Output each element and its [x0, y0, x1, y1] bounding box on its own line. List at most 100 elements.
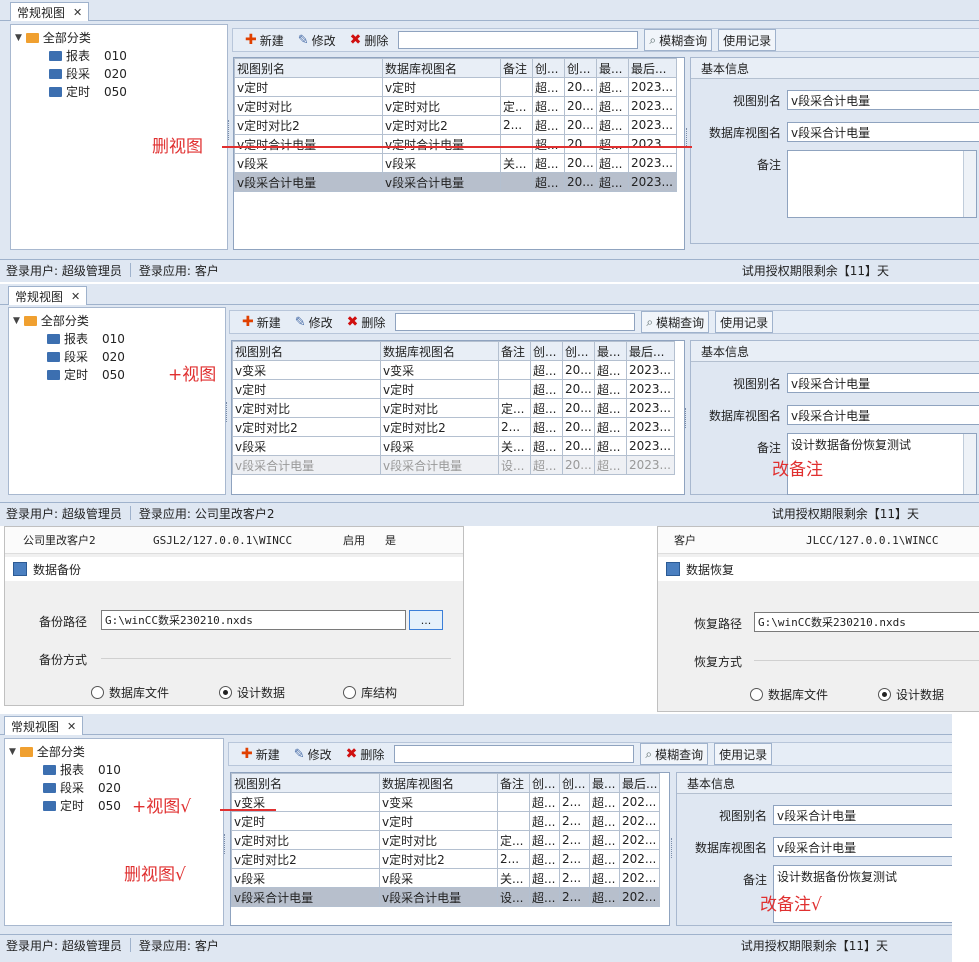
scrollbar[interactable] — [963, 151, 976, 217]
tab-regular-view[interactable]: 常规视图 ✕ — [8, 286, 88, 305]
table-row[interactable]: v段采 v段采 关... 超... 20... 超... 2023... — [232, 436, 675, 456]
edit-button[interactable]: ✎ 修改 — [294, 30, 340, 50]
column-header[interactable]: 创... — [564, 58, 597, 78]
tree-item[interactable]: 段采 020 — [43, 779, 121, 796]
radio-design-data[interactable]: 设计数据 — [219, 684, 285, 701]
new-button[interactable]: ✚ 新建 — [238, 312, 285, 332]
table-row[interactable]: v定时 v定时 超... 2... 超... 202... — [231, 811, 661, 831]
column-header[interactable]: 最后... — [626, 341, 675, 361]
splitter-handle[interactable] — [685, 408, 688, 428]
splitter-handle[interactable] — [228, 120, 231, 140]
splitter-handle[interactable] — [224, 834, 227, 854]
tab-regular-view[interactable]: 常规视图 ✕ — [4, 716, 84, 735]
table-row[interactable]: v段采 v段采 关... 超... 20... 超... 2023... — [234, 153, 677, 173]
table-row[interactable]: v定时 v定时 超... 20... 超... 2023... — [234, 77, 677, 97]
column-header[interactable]: 数据库视图名 — [380, 341, 499, 361]
fuzzy-search-button[interactable]: ⌕ 模糊查询 — [644, 29, 713, 51]
tree-root[interactable]: ▼ 全部分类 — [9, 743, 85, 760]
radio-db-structure[interactable]: 库结构 — [343, 684, 397, 701]
tree-item[interactable]: 报表 010 — [47, 330, 125, 347]
column-header[interactable]: 创... — [562, 341, 595, 361]
alias-field[interactable]: v段采合计电量 — [773, 805, 952, 825]
column-header[interactable]: 创... — [530, 341, 563, 361]
close-icon[interactable]: ✕ — [67, 720, 76, 733]
tree-item[interactable]: 定时 050 — [43, 797, 121, 814]
column-header[interactable]: 视图别名 — [234, 58, 383, 78]
table-row[interactable]: v段采合计电量 v段采合计电量 设... 超... 20... 超... 2023... — [232, 455, 675, 475]
column-header[interactable]: 创... — [529, 773, 560, 793]
chevron-down-icon[interactable]: ▼ — [9, 747, 16, 757]
table-row[interactable]: v段采合计电量 v段采合计电量 超... 20... 超... 2023... — [234, 172, 677, 192]
tree-item[interactable]: 定时 050 — [49, 83, 127, 100]
column-header[interactable]: 最后... — [618, 773, 661, 793]
backup-path-field[interactable]: G:\winCC数采230210.nxds — [101, 610, 406, 630]
column-header[interactable]: 备注 — [497, 773, 530, 793]
tab-regular-view[interactable]: 常规视图 ✕ — [10, 2, 90, 21]
column-header[interactable]: 创... — [559, 773, 590, 793]
splitter-handle[interactable] — [671, 838, 674, 858]
radio-database-file[interactable]: 数据库文件 — [750, 686, 828, 703]
dbname-field[interactable]: v段采合计电量 — [787, 122, 979, 142]
column-header[interactable]: 最... — [589, 773, 620, 793]
close-icon[interactable]: ✕ — [73, 6, 82, 19]
radio-database-file[interactable]: 数据库文件 — [91, 684, 169, 701]
column-header[interactable]: 最... — [596, 58, 629, 78]
alias-field[interactable]: v段采合计电量 — [787, 90, 979, 110]
table-row[interactable]: v定时对比 v定时对比 定... 超... 20... 超... 2023... — [232, 398, 675, 418]
browse-button[interactable]: ... — [409, 610, 443, 630]
note-textarea[interactable] — [787, 150, 977, 218]
dbname-field[interactable]: v段采合计电量 — [773, 837, 952, 857]
table-row[interactable]: v变采 v变采 超... 20... 超... 2023... — [232, 360, 675, 380]
restore-path-field[interactable]: G:\winCC数采230210.nxds — [754, 612, 979, 632]
column-header[interactable]: 最... — [594, 341, 627, 361]
new-button[interactable]: ✚ 新建 — [237, 744, 284, 764]
column-header[interactable]: 数据库视图名 — [379, 773, 498, 793]
edit-button[interactable]: ✎ 修改 — [291, 312, 337, 332]
fuzzy-search-button[interactable]: ⌕ 模糊查询 — [641, 311, 710, 333]
table-row[interactable]: v变采 v变采 超... 2... 超... 202... — [231, 792, 661, 812]
search-input[interactable] — [394, 745, 635, 763]
chevron-down-icon[interactable]: ▼ — [15, 33, 22, 43]
table-row[interactable]: v段采 v段采 关... 超... 2... 超... 202... — [231, 868, 661, 888]
tree-item[interactable]: 段采 020 — [49, 65, 127, 82]
edit-button[interactable]: ✎ 修改 — [290, 744, 336, 764]
scrollbar[interactable] — [963, 434, 976, 494]
usage-log-button[interactable]: 使用记录 — [714, 743, 773, 765]
table-row[interactable]: v定时对比2 v定时对比2 2... 超... 20... 超... 2023... — [232, 417, 675, 437]
delete-button[interactable]: ✖ 删除 — [343, 312, 390, 332]
tree-item[interactable]: 报表 010 — [49, 47, 127, 64]
search-input[interactable] — [395, 313, 636, 331]
table-row[interactable]: v定时对比2 v定时对比2 2... 超... 20... 超... 2023... — [234, 115, 677, 135]
alias-field[interactable]: v段采合计电量 — [787, 373, 979, 393]
usage-log-button[interactable]: 使用记录 — [718, 29, 777, 51]
column-header[interactable]: 备注 — [498, 341, 531, 361]
chevron-down-icon[interactable]: ▼ — [13, 316, 20, 326]
tree-root[interactable]: ▼ 全部分类 — [15, 29, 91, 46]
column-header[interactable]: 视图别名 — [232, 341, 381, 361]
delete-button[interactable]: ✖ 删除 — [346, 30, 393, 50]
table-row[interactable]: v定时对比 v定时对比 定... 超... 20... 超... 2023... — [234, 96, 677, 116]
radio-design-data[interactable]: 设计数据 — [878, 686, 944, 703]
search-input[interactable] — [398, 31, 639, 49]
table-row[interactable]: v定时对比 v定时对比 定... 超... 2... 超... 202... — [231, 830, 661, 850]
usage-log-button[interactable]: 使用记录 — [715, 311, 774, 333]
column-header[interactable]: 视图别名 — [231, 773, 380, 793]
table-row[interactable]: v定时对比2 v定时对比2 2... 超... 2... 超... 202... — [231, 849, 661, 869]
new-button[interactable]: ✚ 新建 — [241, 30, 288, 50]
column-header[interactable]: 创... — [532, 58, 565, 78]
column-header[interactable]: 备注 — [500, 58, 533, 78]
table-row[interactable]: v定时 v定时 超... 20... 超... 2023... — [232, 379, 675, 399]
tree-item[interactable]: 报表 010 — [43, 761, 121, 778]
delete-button[interactable]: ✖ 删除 — [342, 744, 389, 764]
tree-root[interactable]: ▼ 全部分类 — [13, 312, 89, 329]
close-icon[interactable]: ✕ — [71, 290, 80, 303]
table-row[interactable]: v定时合计电量 v定时合计电量 超... 20... 超... 2023... — [234, 134, 677, 154]
table-row[interactable]: v段采合计电量 v段采合计电量 设... 超... 2... 超... 202... — [231, 887, 661, 907]
fuzzy-search-button[interactable]: ⌕ 模糊查询 — [640, 743, 709, 765]
tree-item[interactable]: 段采 020 — [47, 348, 125, 365]
dbname-field[interactable]: v段采合计电量 — [787, 405, 979, 425]
column-header[interactable]: 数据库视图名 — [382, 58, 501, 78]
tree-item[interactable]: 定时 050 — [47, 366, 125, 383]
column-header[interactable]: 最后... — [628, 58, 677, 78]
splitter-handle[interactable] — [686, 128, 689, 148]
